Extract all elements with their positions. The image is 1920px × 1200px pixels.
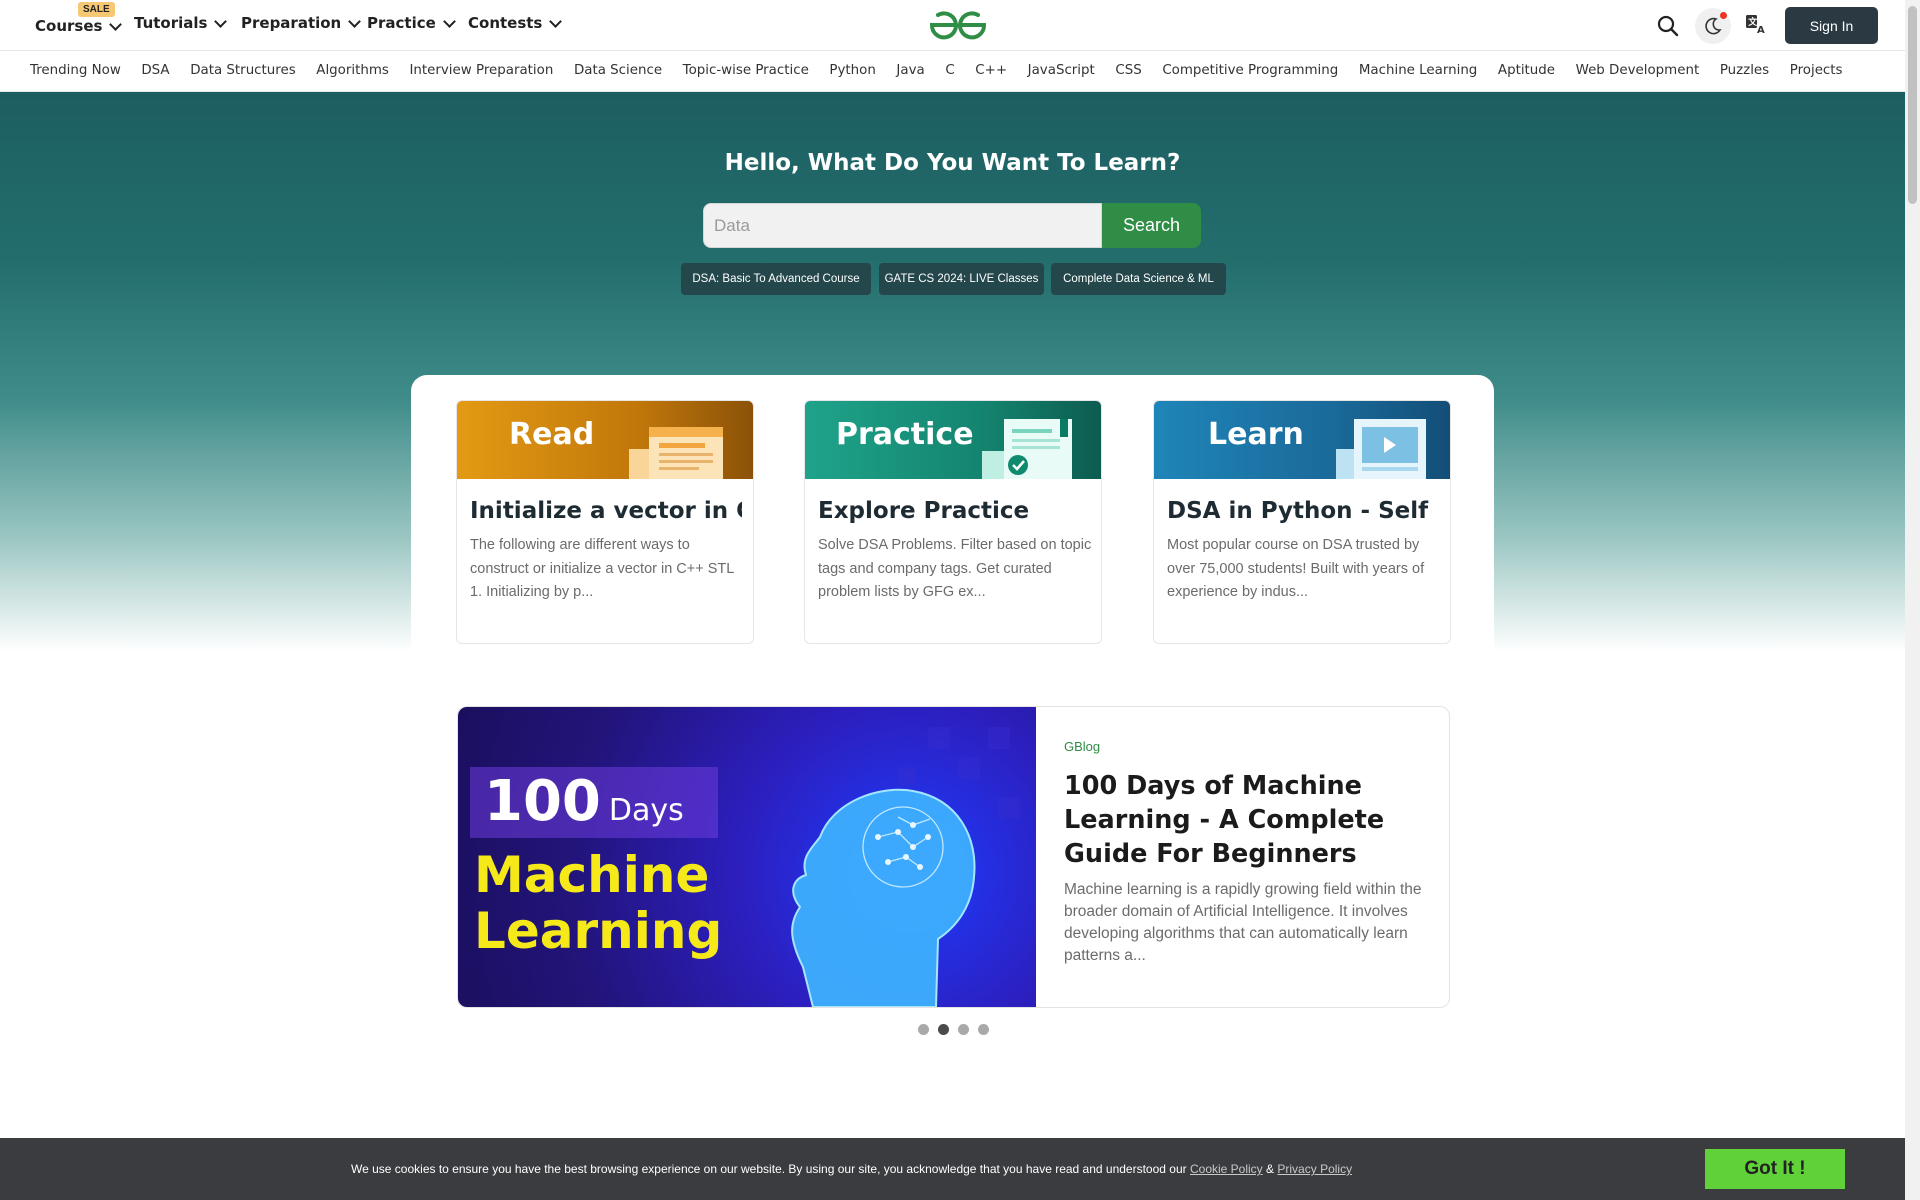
- learn-banner-label: Learn: [1208, 417, 1304, 452]
- article-category[interactable]: GBlog: [1064, 739, 1100, 754]
- cookie-amp: &: [1266, 1162, 1275, 1176]
- topics-navbar: Trending Now DSA Data Structures Algorithms…: [0, 52, 1905, 92]
- image-days-number: 100: [484, 769, 601, 834]
- notification-dot: [1720, 12, 1727, 19]
- image-ml-text: Machine Learning: [474, 847, 722, 959]
- nav-courses-label: Courses: [35, 17, 103, 35]
- svg-text:A: A: [1757, 25, 1765, 34]
- topic-link[interactable]: Aptitude: [1498, 63, 1555, 78]
- chevron-down-icon: [109, 17, 123, 31]
- topic-link[interactable]: Machine Learning: [1359, 63, 1477, 78]
- practice-card[interactable]: Practice Explore Practice Solve DSA Prob…: [804, 400, 1102, 644]
- read-banner: Read: [457, 401, 753, 479]
- cookie-banner: We use cookies to ensure you have the be…: [0, 1138, 1905, 1200]
- carousel-dot[interactable]: [938, 1024, 949, 1035]
- topic-link[interactable]: Interview Preparation: [409, 63, 553, 78]
- sale-badge: SALE: [78, 2, 115, 17]
- video-player-icon: [1336, 419, 1426, 479]
- carousel-dots: [918, 1024, 989, 1035]
- topic-link[interactable]: CSS: [1115, 63, 1141, 78]
- topic-link[interactable]: Projects: [1790, 63, 1843, 78]
- image-ml-line2: Learning: [474, 902, 723, 960]
- topic-link[interactable]: Puzzles: [1720, 63, 1769, 78]
- nav-contests-label: Contests: [468, 14, 543, 32]
- topic-link[interactable]: Python: [829, 63, 875, 78]
- article-title[interactable]: 100 Days of Machine Learning - A Complet…: [1064, 769, 1434, 871]
- top-navbar: Courses SALE Tutorials Preparation Pract…: [0, 0, 1905, 51]
- practice-banner: Practice: [805, 401, 1101, 479]
- topic-link[interactable]: C: [945, 63, 954, 78]
- chevron-down-icon: [214, 14, 228, 28]
- practice-card-title: Explore Practice: [818, 498, 1030, 524]
- scrollbar-thumb[interactable]: [1908, 6, 1917, 204]
- cookie-text: We use cookies to ensure you have the be…: [351, 1162, 1352, 1176]
- hero-title: Hello, What Do You Want To Learn?: [724, 150, 1181, 176]
- search-icon[interactable]: [1655, 13, 1681, 39]
- chip-data-science[interactable]: Complete Data Science & ML: [1051, 263, 1226, 295]
- read-card-desc: The following are different ways to cons…: [470, 537, 734, 600]
- search-button[interactable]: Search: [1102, 203, 1201, 248]
- cookie-policy-link[interactable]: Cookie Policy: [1190, 1162, 1263, 1176]
- carousel-dot[interactable]: [978, 1024, 989, 1035]
- carousel-dot[interactable]: [918, 1024, 929, 1035]
- nav-courses[interactable]: Courses: [35, 17, 123, 35]
- topics-list: Trending Now DSA Data Structures Algorithms…: [30, 63, 1863, 78]
- topic-link[interactable]: DSA: [141, 63, 169, 78]
- read-card-title: Initialize a vector in C++: [470, 498, 742, 524]
- learn-card-desc: Most popular course on DSA trusted by ov…: [1167, 537, 1425, 600]
- nav-practice[interactable]: Practice: [367, 14, 456, 32]
- nav-tutorials[interactable]: Tutorials: [134, 14, 228, 32]
- privacy-policy-link[interactable]: Privacy Policy: [1277, 1162, 1352, 1176]
- chip-gate-cs[interactable]: GATE CS 2024: LIVE Classes: [879, 263, 1044, 295]
- read-card[interactable]: Read Initialize a vector in C++ The foll…: [456, 400, 754, 644]
- topic-link[interactable]: Java: [896, 63, 924, 78]
- practice-banner-label: Practice: [836, 417, 974, 452]
- image-days-word: Days: [608, 793, 684, 828]
- page-scrollbar[interactable]: [1905, 0, 1920, 1200]
- topic-link[interactable]: Data Science: [574, 63, 662, 78]
- topic-link[interactable]: Competitive Programming: [1162, 63, 1338, 78]
- learn-banner: Learn: [1154, 401, 1450, 479]
- article-description: Machine learning is a rapidly growing fi…: [1064, 881, 1422, 964]
- sign-in-button[interactable]: Sign In: [1785, 7, 1878, 44]
- translate-icon[interactable]: 文A: [1744, 12, 1768, 36]
- nav-preparation[interactable]: Preparation: [241, 14, 362, 32]
- search-input[interactable]: [703, 203, 1102, 248]
- dark-mode-toggle[interactable]: [1695, 8, 1731, 44]
- document-check-icon: [982, 419, 1072, 479]
- moon-icon: [1705, 17, 1722, 35]
- book-icon: [629, 427, 723, 479]
- nav-contests[interactable]: Contests: [468, 14, 563, 32]
- got-it-button[interactable]: Got It !: [1705, 1149, 1845, 1189]
- learn-card[interactable]: Learn DSA in Python - Self Most popular …: [1153, 400, 1451, 644]
- topic-link[interactable]: Data Structures: [190, 63, 296, 78]
- featured-article[interactable]: 100 Days Machine Learning GBlog 100 Days o…: [457, 706, 1450, 1008]
- topic-link[interactable]: JavaScript: [1028, 63, 1095, 78]
- topic-link[interactable]: C++: [975, 63, 1007, 78]
- nav-tutorials-label: Tutorials: [134, 14, 208, 32]
- featured-article-image: 100 Days Machine Learning: [458, 707, 1036, 1007]
- chevron-down-icon: [549, 14, 563, 28]
- topic-link[interactable]: Trending Now: [30, 63, 121, 78]
- nav-practice-label: Practice: [367, 14, 436, 32]
- chevron-down-icon: [348, 14, 362, 28]
- cookie-message: We use cookies to ensure you have the be…: [351, 1162, 1187, 1176]
- nav-preparation-label: Preparation: [241, 14, 342, 32]
- topic-link[interactable]: Algorithms: [316, 63, 389, 78]
- read-banner-label: Read: [509, 417, 595, 452]
- topic-link[interactable]: Topic-wise Practice: [683, 63, 809, 78]
- learn-card-title: DSA in Python - Self: [1167, 498, 1429, 524]
- image-ml-line1: Machine: [474, 846, 710, 904]
- practice-card-desc: Solve DSA Problems. Filter based on topi…: [818, 537, 1092, 600]
- gfg-logo[interactable]: [927, 8, 989, 42]
- chip-dsa-course[interactable]: DSA: Basic To Advanced Course: [681, 263, 871, 295]
- image-days-badge: 100 Days: [470, 767, 718, 838]
- chevron-down-icon: [442, 14, 456, 28]
- carousel-dot[interactable]: [958, 1024, 969, 1035]
- topic-link[interactable]: Web Development: [1576, 63, 1700, 78]
